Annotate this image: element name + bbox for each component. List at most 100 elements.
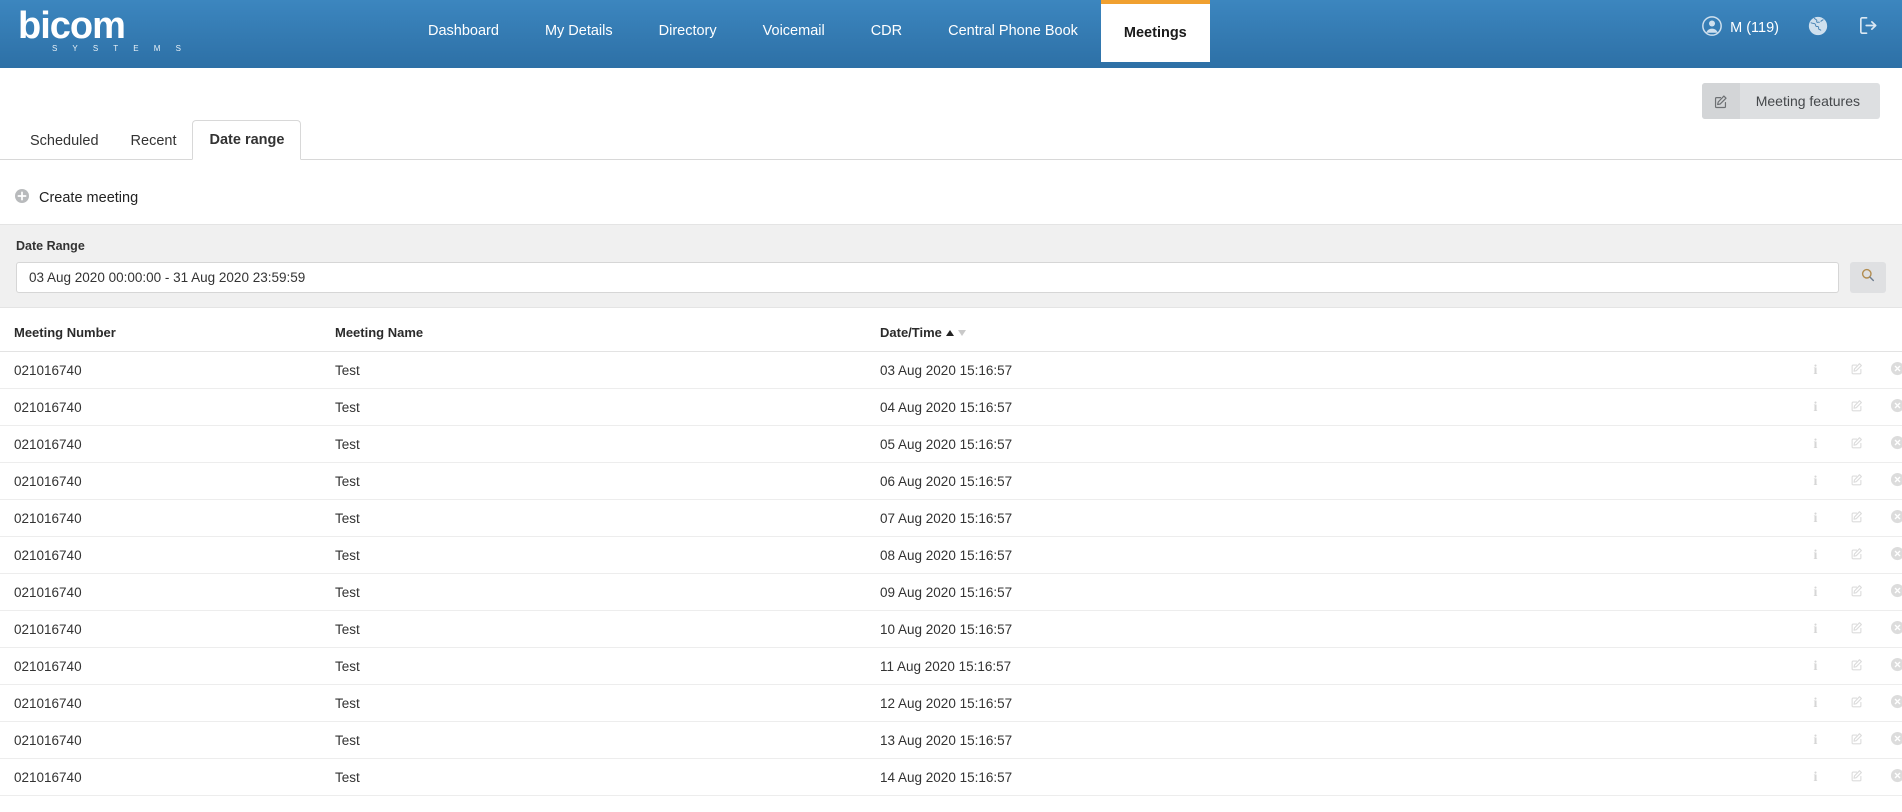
logout-button[interactable] <box>1857 14 1880 42</box>
row-edit-button[interactable] <box>1836 536 1877 575</box>
search-button[interactable] <box>1850 262 1886 293</box>
table-row[interactable]: 021016740 Test 11 Aug 2020 15:16:57 i <box>0 647 1902 686</box>
cell-meeting-number: 021016740 <box>0 425 335 464</box>
sort-ascending-icon[interactable] <box>945 329 954 336</box>
cell-meeting-number: 021016740 <box>0 721 335 760</box>
row-edit-button[interactable] <box>1836 388 1877 427</box>
row-delete-button[interactable] <box>1877 684 1902 723</box>
sort-descending-icon[interactable] <box>957 329 966 336</box>
row-info-button[interactable]: i <box>1795 610 1836 649</box>
main-navigation: Dashboard My Details Directory Voicemail CDR… <box>405 0 1210 68</box>
row-delete-button[interactable] <box>1877 499 1902 538</box>
cell-meeting-name: Test <box>335 388 880 427</box>
row-info-button[interactable]: i <box>1795 462 1836 501</box>
cell-datetime: 13 Aug 2020 15:16:57 <box>880 721 1450 760</box>
row-info-button[interactable]: i <box>1795 425 1836 464</box>
column-header-datetime[interactable]: Date/Time <box>880 308 1450 353</box>
row-edit-button[interactable] <box>1836 721 1877 760</box>
row-edit-button[interactable] <box>1836 425 1877 464</box>
row-info-button[interactable]: i <box>1795 758 1836 797</box>
row-delete-button[interactable] <box>1877 610 1902 649</box>
edit-square-icon <box>1849 620 1864 635</box>
nav-item-voicemail[interactable]: Voicemail <box>740 0 848 62</box>
nav-item-cdr[interactable]: CDR <box>848 0 925 62</box>
subtab-scheduled[interactable]: Scheduled <box>14 131 115 160</box>
table-row[interactable]: 021016740 Test 05 Aug 2020 15:16:57 i <box>0 425 1902 464</box>
nav-item-my-details[interactable]: My Details <box>522 0 636 62</box>
column-header-meeting-number[interactable]: Meeting Number <box>0 308 335 353</box>
subtab-date-range[interactable]: Date range <box>192 120 302 160</box>
table-row[interactable]: 021016740 Test 08 Aug 2020 15:16:57 i <box>0 536 1902 575</box>
edit-square-icon <box>1849 731 1864 746</box>
table-row[interactable]: 021016740 Test 12 Aug 2020 15:16:57 i <box>0 684 1902 723</box>
row-edit-button[interactable] <box>1836 573 1877 612</box>
row-edit-button[interactable] <box>1836 462 1877 501</box>
row-info-button[interactable]: i <box>1795 388 1836 427</box>
table-row[interactable]: 021016740 Test 13 Aug 2020 15:16:57 i <box>0 721 1902 760</box>
meetings-table-container: Meeting Number Meeting Name Date/Time 02… <box>0 308 1902 797</box>
table-row[interactable]: 021016740 Test 09 Aug 2020 15:16:57 i <box>0 573 1902 612</box>
brand-logo[interactable]: bicom S Y S T E M S <box>18 6 218 53</box>
row-edit-button[interactable] <box>1836 684 1877 723</box>
cell-datetime: 07 Aug 2020 15:16:57 <box>880 499 1450 538</box>
cell-datetime: 08 Aug 2020 15:16:57 <box>880 536 1450 575</box>
edit-square-icon <box>1849 435 1864 450</box>
column-header-spacer <box>1450 308 1795 353</box>
meeting-features-button[interactable]: Meeting features <box>1701 83 1880 119</box>
cell-meeting-number: 021016740 <box>0 610 335 649</box>
date-range-input[interactable]: 03 Aug 2020 00:00:00 - 31 Aug 2020 23:59… <box>16 262 1839 293</box>
edit-square-icon <box>1849 361 1864 376</box>
table-row[interactable]: 021016740 Test 04 Aug 2020 15:16:57 i <box>0 388 1902 427</box>
row-info-button[interactable]: i <box>1795 647 1836 686</box>
row-delete-button[interactable] <box>1877 388 1902 427</box>
row-edit-button[interactable] <box>1836 351 1877 390</box>
row-info-button[interactable]: i <box>1795 351 1836 390</box>
nav-item-central-phone-book[interactable]: Central Phone Book <box>925 0 1101 62</box>
cell-datetime: 14 Aug 2020 15:16:57 <box>880 758 1450 797</box>
row-delete-button[interactable] <box>1877 721 1902 760</box>
column-header-datetime-label: Date/Time <box>880 325 942 341</box>
subtab-recent[interactable]: Recent <box>115 131 193 160</box>
edit-square-icon <box>1849 546 1864 561</box>
meetings-table: Meeting Number Meeting Name Date/Time 02… <box>0 308 1902 797</box>
meetings-tab-strip: Scheduled Recent Date range <box>0 120 1902 160</box>
date-range-label: Date Range <box>16 239 85 253</box>
row-delete-button[interactable] <box>1877 351 1902 390</box>
row-delete-button[interactable] <box>1877 536 1902 575</box>
row-edit-button[interactable] <box>1836 647 1877 686</box>
cell-spacer <box>1450 536 1795 575</box>
brand-logo-word: bicom <box>18 5 126 47</box>
nav-item-dashboard[interactable]: Dashboard <box>405 0 522 62</box>
table-row[interactable]: 021016740 Test 14 Aug 2020 15:16:57 i <box>0 758 1902 797</box>
row-edit-button[interactable] <box>1836 499 1877 538</box>
row-info-button[interactable]: i <box>1795 499 1836 538</box>
row-edit-button[interactable] <box>1836 758 1877 797</box>
table-row[interactable]: 021016740 Test 03 Aug 2020 15:16:57 i <box>0 351 1902 390</box>
row-delete-button[interactable] <box>1877 758 1902 797</box>
user-circle-icon <box>1701 15 1723 41</box>
row-edit-button[interactable] <box>1836 610 1877 649</box>
row-info-button[interactable]: i <box>1795 573 1836 612</box>
meetings-table-body: 021016740 Test 03 Aug 2020 15:16:57 i 021016… <box>0 351 1902 797</box>
nav-item-directory[interactable]: Directory <box>636 0 740 62</box>
row-delete-button[interactable] <box>1877 462 1902 501</box>
row-info-button[interactable]: i <box>1795 721 1836 760</box>
row-delete-button[interactable] <box>1877 425 1902 464</box>
table-row[interactable]: 021016740 Test 06 Aug 2020 15:16:57 i <box>0 462 1902 501</box>
nav-item-meetings[interactable]: Meetings <box>1100 0 1210 62</box>
language-button[interactable] <box>1807 15 1829 42</box>
create-meeting-button[interactable]: Create meeting <box>14 188 138 208</box>
cell-meeting-name: Test <box>335 758 880 797</box>
row-delete-button[interactable] <box>1877 647 1902 686</box>
row-delete-button[interactable] <box>1877 573 1902 612</box>
row-info-button[interactable]: i <box>1795 684 1836 723</box>
row-info-button[interactable]: i <box>1795 536 1836 575</box>
table-row[interactable]: 021016740 Test 07 Aug 2020 15:16:57 i <box>0 499 1902 538</box>
globe-icon <box>1807 15 1829 42</box>
cell-spacer <box>1450 647 1795 686</box>
cell-spacer <box>1450 758 1795 797</box>
column-header-meeting-name[interactable]: Meeting Name <box>335 308 880 353</box>
cell-datetime: 03 Aug 2020 15:16:57 <box>880 351 1450 390</box>
user-account-menu[interactable]: M (119) <box>1701 15 1779 41</box>
table-row[interactable]: 021016740 Test 10 Aug 2020 15:16:57 i <box>0 610 1902 649</box>
